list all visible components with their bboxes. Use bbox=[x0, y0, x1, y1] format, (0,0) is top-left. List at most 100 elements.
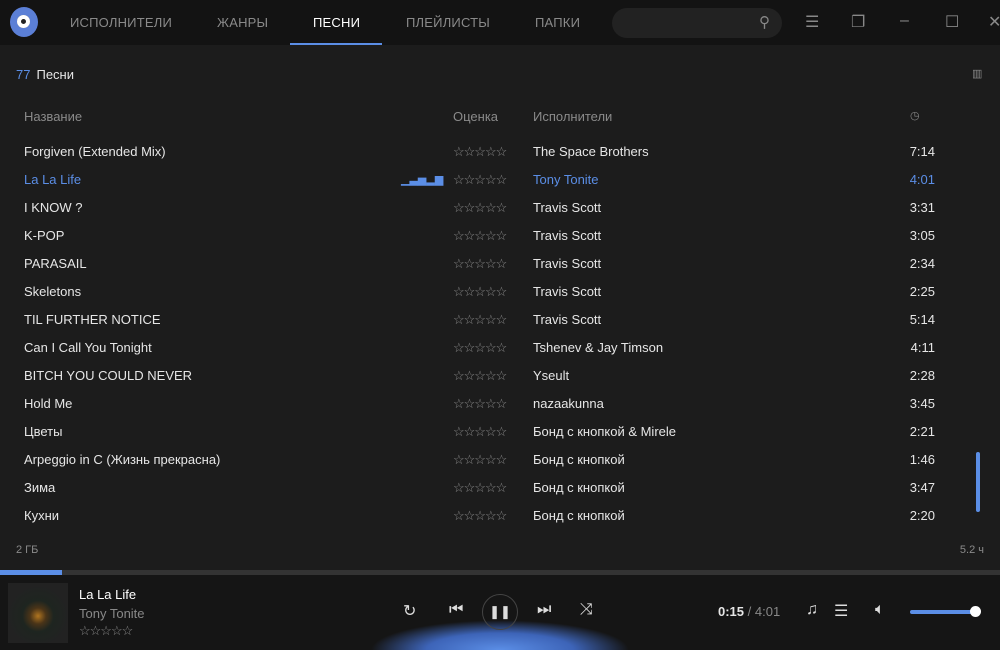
now-playing-icon: ▁▃▅▂▆ bbox=[401, 174, 444, 186]
table-row[interactable]: Forgiven (Extended Mix) ☆☆☆☆☆ The Space Br… bbox=[0, 138, 960, 166]
library-size: 2 ГБ bbox=[16, 544, 39, 556]
album-art[interactable] bbox=[8, 583, 68, 643]
song-artist[interactable]: Бонд с кнопкой bbox=[533, 502, 625, 530]
tab-folders[interactable]: ПАПКИ bbox=[535, 15, 580, 30]
lyrics-icon[interactable]: ♫ bbox=[806, 601, 818, 619]
table-row[interactable]: PARASAIL ☆☆☆☆☆ Travis Scott 2:34 bbox=[0, 250, 960, 278]
table-row[interactable]: I KNOW ? ☆☆☆☆☆ Travis Scott 3:31 bbox=[0, 194, 960, 222]
song-artist[interactable]: Travis Scott bbox=[533, 250, 601, 278]
table-row[interactable]: BITCH YOU COULD NEVER ☆☆☆☆☆ Yseult 2:28 bbox=[0, 362, 960, 390]
table-row[interactable]: Arpeggio in C (Жизнь прекрасна) ☆☆☆☆☆ Бонд… bbox=[0, 446, 960, 474]
next-icon[interactable]: ⏭ bbox=[537, 601, 551, 619]
song-duration: 2:34 bbox=[909, 256, 935, 271]
song-title: Кухни bbox=[24, 508, 60, 523]
tab-playlists[interactable]: ПЛЕЙЛИСТЫ bbox=[406, 15, 490, 30]
rating-stars[interactable]: ☆☆☆☆☆ bbox=[453, 474, 507, 502]
minimize-icon[interactable]: – bbox=[900, 12, 909, 30]
maximize-icon[interactable]: ☐ bbox=[945, 12, 959, 32]
col-rating[interactable]: Оценка bbox=[453, 109, 498, 124]
volume-icon[interactable]: 🔈︎ bbox=[875, 601, 885, 619]
rating-stars[interactable]: ☆☆☆☆☆ bbox=[453, 138, 507, 166]
table-row[interactable]: Hold Me ☆☆☆☆☆ nazaakunna 3:45 bbox=[0, 390, 960, 418]
time-display: 0:15 / 4:01 bbox=[718, 604, 780, 619]
total-time: / 4:01 bbox=[747, 604, 781, 619]
table-row[interactable]: Can I Call You Tonight ☆☆☆☆☆ Tshenev & Jay… bbox=[0, 334, 960, 362]
song-duration: 4:01 bbox=[909, 172, 935, 187]
repeat-icon[interactable]: ↻ bbox=[403, 601, 416, 621]
rating-stars[interactable]: ☆☆☆☆☆ bbox=[453, 222, 507, 250]
tab-genres[interactable]: ЖАНРЫ bbox=[217, 15, 268, 30]
rating-stars[interactable]: ☆☆☆☆☆ bbox=[453, 194, 507, 222]
tab-artists[interactable]: ИСПОЛНИТЕЛИ bbox=[70, 15, 172, 30]
volume-slider[interactable] bbox=[910, 606, 981, 617]
table-row[interactable]: Skeletons ☆☆☆☆☆ Travis Scott 2:25 bbox=[0, 278, 960, 306]
song-artist[interactable]: Travis Scott bbox=[533, 222, 601, 250]
song-artist[interactable]: Бонд с кнопкой bbox=[533, 474, 625, 502]
table-row[interactable]: TIL FURTHER NOTICE ☆☆☆☆☆ Travis Scott 5:14 bbox=[0, 306, 960, 334]
table-row[interactable]: Кухни ☆☆☆☆☆ Бонд с кнопкой 2:20 bbox=[0, 502, 960, 530]
miniplayer-icon[interactable]: ❐ bbox=[851, 12, 865, 32]
song-artist[interactable]: The Space Brothers bbox=[533, 138, 649, 166]
pause-button[interactable]: ❚❚ bbox=[482, 594, 518, 630]
rating-stars[interactable]: ☆☆☆☆☆ bbox=[453, 306, 507, 334]
song-artist[interactable]: Travis Scott bbox=[533, 194, 601, 222]
menu-icon[interactable]: ☰ bbox=[805, 12, 819, 32]
shuffle-icon[interactable]: ⤨ bbox=[580, 601, 593, 619]
player-bar: La La Life Tony Tonite ☆☆☆☆☆ ↻ ⏮ ❚❚ ⏭ ⤨ … bbox=[0, 575, 1000, 650]
header: ИСПОЛНИТЕЛИ ЖАНРЫ ПЕСНИ ПЛЕЙЛИСТЫ ПАПКИ … bbox=[0, 0, 1000, 45]
rating-stars[interactable]: ☆☆☆☆☆ bbox=[453, 418, 507, 446]
song-duration: 7:14 bbox=[909, 144, 935, 159]
song-title: Цветы bbox=[24, 424, 63, 439]
song-duration: 5:14 bbox=[909, 312, 935, 327]
song-title: Skeletons bbox=[24, 284, 82, 299]
song-artist[interactable]: Бонд с кнопкой & Mirele bbox=[533, 418, 676, 446]
song-duration: 3:47 bbox=[909, 480, 935, 495]
scrollbar[interactable] bbox=[976, 452, 980, 512]
search-input[interactable]: ⚲ bbox=[612, 8, 782, 38]
song-artist[interactable]: Tony Tonite bbox=[533, 166, 599, 194]
col-artist[interactable]: Исполнители bbox=[533, 109, 612, 124]
rating-stars[interactable]: ☆☆☆☆☆ bbox=[453, 334, 507, 362]
song-title: I KNOW ? bbox=[24, 200, 83, 215]
song-artist[interactable]: Yseult bbox=[533, 362, 569, 390]
song-artist[interactable]: Travis Scott bbox=[533, 278, 601, 306]
app-logo bbox=[10, 7, 38, 37]
song-artist[interactable]: Бонд с кнопкой bbox=[533, 446, 625, 474]
rating-stars[interactable]: ☆☆☆☆☆ bbox=[453, 502, 507, 530]
song-title: K-POP bbox=[24, 228, 65, 243]
now-playing-rating[interactable]: ☆☆☆☆☆ bbox=[79, 623, 133, 639]
song-artist[interactable]: Tshenev & Jay Timson bbox=[533, 334, 663, 362]
songs-count: 77 Песни bbox=[16, 67, 74, 82]
song-duration: 2:28 bbox=[909, 368, 935, 383]
col-title[interactable]: Название bbox=[24, 109, 82, 124]
song-duration: 4:11 bbox=[910, 340, 935, 355]
now-playing-title[interactable]: La La Life bbox=[79, 587, 136, 602]
close-icon[interactable]: ✕ bbox=[988, 12, 1000, 32]
rating-stars[interactable]: ☆☆☆☆☆ bbox=[453, 390, 507, 418]
clock-icon[interactable]: ◷ bbox=[910, 109, 920, 122]
columns-icon[interactable]: ▥ bbox=[972, 67, 982, 80]
search-icon: ⚲ bbox=[759, 14, 770, 31]
rating-stars[interactable]: ☆☆☆☆☆ bbox=[453, 362, 507, 390]
rating-stars[interactable]: ☆☆☆☆☆ bbox=[453, 278, 507, 306]
queue-icon[interactable]: ☰ bbox=[834, 601, 848, 621]
song-title: BITCH YOU COULD NEVER bbox=[24, 368, 193, 383]
count-number: 77 bbox=[16, 67, 31, 82]
table-row[interactable]: K-POP ☆☆☆☆☆ Travis Scott 3:05 bbox=[0, 222, 960, 250]
rating-stars[interactable]: ☆☆☆☆☆ bbox=[453, 250, 507, 278]
song-duration: 3:05 bbox=[909, 228, 935, 243]
rating-stars[interactable]: ☆☆☆☆☆ bbox=[453, 446, 507, 474]
song-duration: 2:21 bbox=[909, 424, 935, 439]
table-row[interactable]: Зима ☆☆☆☆☆ Бонд с кнопкой 3:47 bbox=[0, 474, 960, 502]
song-title: Can I Call You Tonight bbox=[24, 340, 152, 355]
table-row[interactable]: La La Life ▁▃▅▂▆ ☆☆☆☆☆ Tony Tonite 4:01 bbox=[0, 166, 960, 194]
song-title: Forgiven (Extended Mix) bbox=[24, 144, 166, 159]
rating-stars[interactable]: ☆☆☆☆☆ bbox=[453, 166, 507, 194]
now-playing-artist[interactable]: Tony Tonite bbox=[79, 606, 145, 621]
table-row[interactable]: Цветы ☆☆☆☆☆ Бонд с кнопкой & Mirele 2:21 bbox=[0, 418, 960, 446]
song-artist[interactable]: nazaakunna bbox=[533, 390, 604, 418]
previous-icon[interactable]: ⏮ bbox=[449, 601, 463, 619]
tab-songs[interactable]: ПЕСНИ bbox=[313, 15, 360, 30]
song-artist[interactable]: Travis Scott bbox=[533, 306, 601, 334]
song-title: Зима bbox=[24, 480, 56, 495]
